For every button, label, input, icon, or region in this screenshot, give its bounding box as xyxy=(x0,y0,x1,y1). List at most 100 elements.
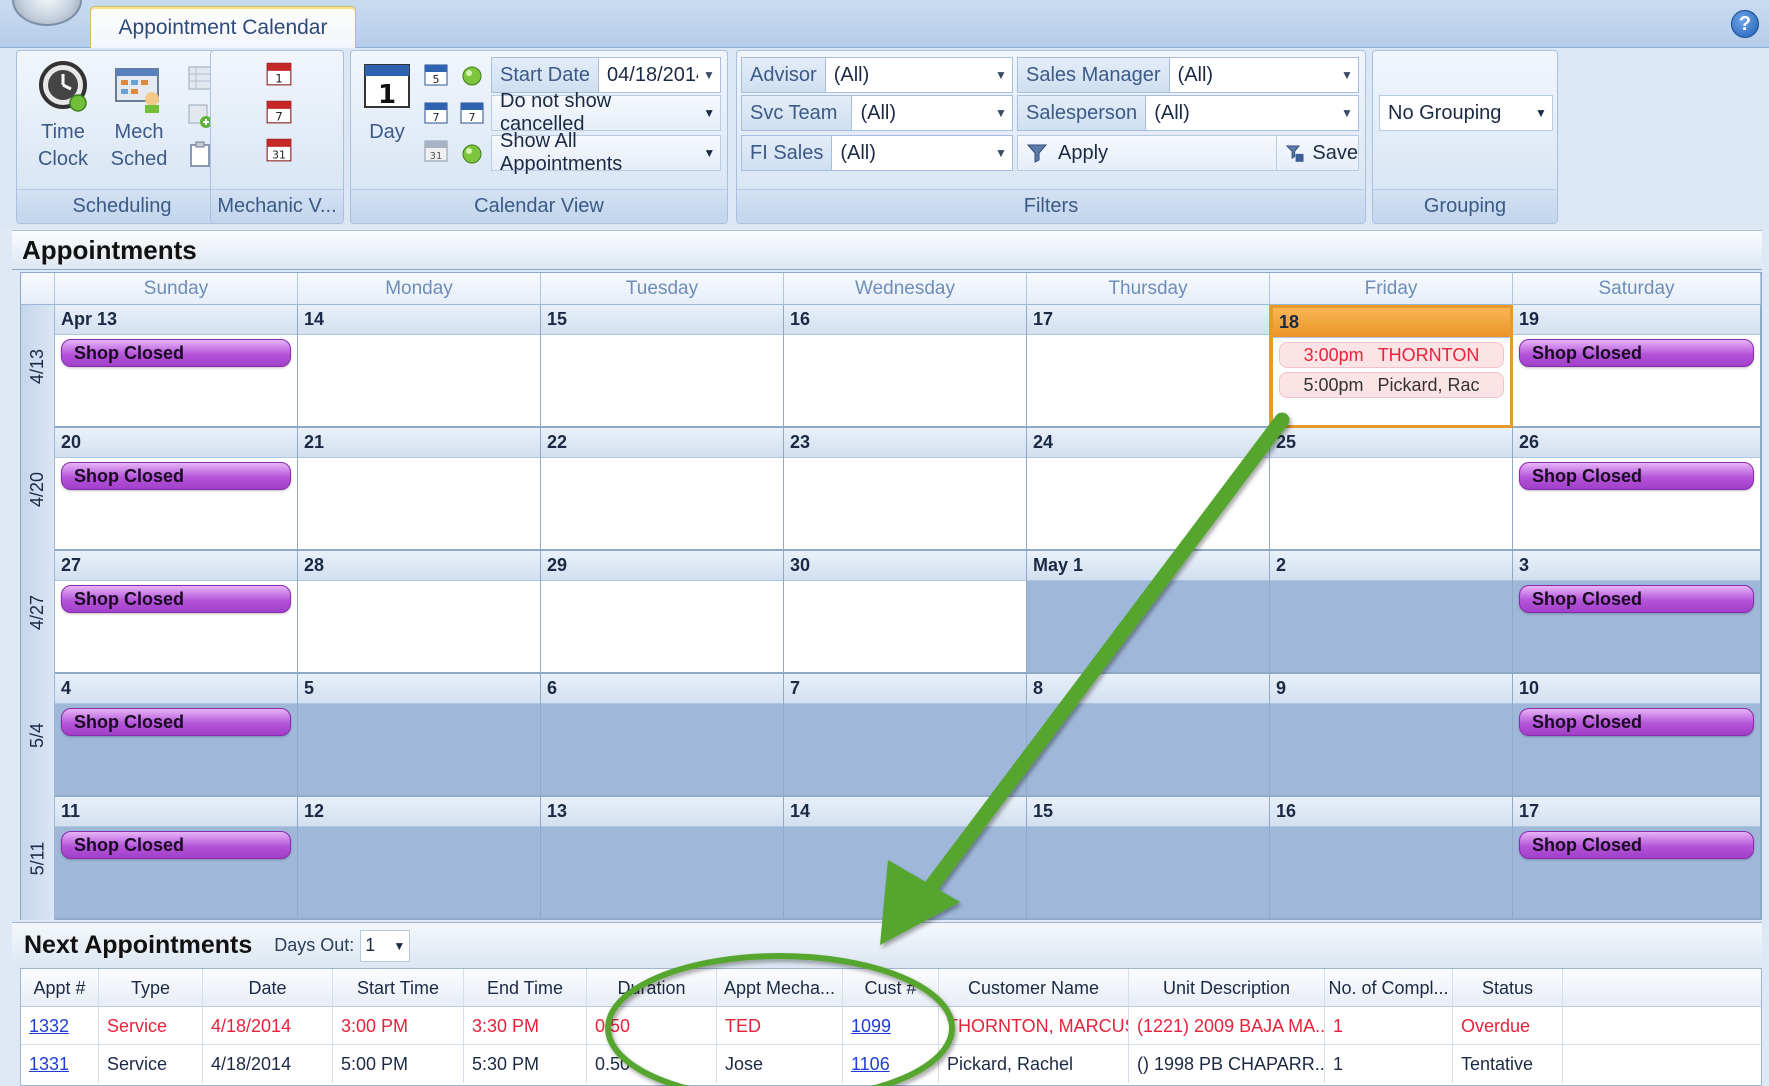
time-clock-button[interactable]: Time Clock xyxy=(27,59,99,181)
chevron-down-icon[interactable]: ▼ xyxy=(698,106,720,120)
day-body[interactable] xyxy=(1027,458,1269,549)
column-header-end-time[interactable]: End Time xyxy=(464,969,587,1007)
week-label[interactable]: 4/20 xyxy=(21,428,55,551)
calendar-day-cell[interactable]: 8 xyxy=(1027,674,1270,797)
appointments-filter-select[interactable]: Show All Appointments ▼ xyxy=(491,130,721,175)
chevron-down-icon[interactable]: ▼ xyxy=(1336,96,1358,130)
day-body[interactable] xyxy=(1270,581,1512,672)
mech-sched-button[interactable]: Mech Sched xyxy=(103,59,175,181)
sales-manager-filter[interactable]: Sales Manager (All) ▼ xyxy=(1017,57,1359,93)
week-label[interactable]: 4/27 xyxy=(21,551,55,674)
calendar-day-cell[interactable]: Apr 13 Shop Closed xyxy=(55,305,298,428)
appointment-event[interactable]: 5:00pm Pickard, Rac xyxy=(1279,372,1504,398)
day-body[interactable]: Shop Closed xyxy=(1513,704,1760,795)
day-body[interactable]: Shop Closed xyxy=(1513,335,1760,426)
shop-closed-event[interactable]: Shop Closed xyxy=(1519,462,1754,490)
day-body[interactable]: Shop Closed xyxy=(55,704,297,795)
day-body[interactable] xyxy=(1027,827,1269,918)
application-menu-button[interactable] xyxy=(12,0,82,26)
day-body[interactable] xyxy=(541,458,783,549)
column-header-customer-name[interactable]: Customer Name xyxy=(939,969,1129,1007)
calendar-day-cell[interactable]: 4 Shop Closed xyxy=(55,674,298,797)
day-body[interactable] xyxy=(298,827,540,918)
shop-closed-event[interactable]: Shop Closed xyxy=(1519,339,1754,367)
chevron-down-icon[interactable]: ▼ xyxy=(1336,58,1358,92)
cell-cust-number[interactable]: 1099 xyxy=(843,1007,939,1045)
table-row[interactable]: 1332 Service 4/18/2014 3:00 PM 3:30 PM 0.50 TE… xyxy=(21,1007,1761,1045)
salesperson-value[interactable]: (All) xyxy=(1146,96,1336,130)
day-body[interactable]: Shop Closed xyxy=(1513,458,1760,549)
cancelled-filter-select[interactable]: Do not show cancelled ▼ xyxy=(491,90,721,135)
day-body[interactable] xyxy=(784,458,1026,549)
table-row[interactable]: 1331 Service 4/18/2014 5:00 PM 5:30 PM 0.50 Jo… xyxy=(21,1045,1761,1083)
day-body[interactable]: Shop Closed xyxy=(1513,827,1760,918)
calendar-day-cell[interactable]: 3 Shop Closed xyxy=(1513,551,1761,674)
column-header-status[interactable]: Status xyxy=(1453,969,1563,1007)
month-view-icon[interactable]: 31 xyxy=(423,137,449,163)
chevron-down-icon[interactable]: ▼ xyxy=(698,58,720,92)
calendar-day-cell[interactable]: 2 xyxy=(1270,551,1513,674)
day-body[interactable] xyxy=(784,704,1026,795)
chevron-down-icon[interactable]: ▼ xyxy=(699,146,720,160)
calendar-day-cell[interactable]: 9 xyxy=(1270,674,1513,797)
week-label[interactable]: 5/4 xyxy=(21,674,55,797)
shop-closed-event[interactable]: Shop Closed xyxy=(61,339,291,367)
calendar-day-cell[interactable]: 25 xyxy=(1270,428,1513,551)
fi-sales-filter[interactable]: FI Sales (All) ▼ xyxy=(741,135,1013,171)
cell-appt-number[interactable]: 1331 xyxy=(21,1045,99,1083)
day-body[interactable] xyxy=(784,581,1026,672)
salesperson-filter[interactable]: Salesperson (All) ▼ xyxy=(1017,95,1359,131)
day-view-button[interactable]: 1 Day xyxy=(355,59,419,181)
column-header-no-of-complaints[interactable]: No. of Compl... xyxy=(1325,969,1453,1007)
calendar-day-icon[interactable]: 1 xyxy=(265,59,293,87)
chevron-down-icon[interactable]: ▼ xyxy=(1530,106,1552,120)
calendar-day-cell-today[interactable]: 18 3:00pm THORNTON 5:00pm Pickard, Rac xyxy=(1270,305,1513,428)
day-body[interactable] xyxy=(541,335,783,426)
help-icon[interactable]: ? xyxy=(1731,10,1759,38)
column-header-start-time[interactable]: Start Time xyxy=(333,969,464,1007)
fi-sales-value[interactable]: (All) xyxy=(832,136,990,170)
cell-appt-number[interactable]: 1332 xyxy=(21,1007,99,1045)
start-date-value[interactable]: 04/18/2014 xyxy=(599,58,698,92)
day-body[interactable] xyxy=(541,581,783,672)
calendar-day-cell[interactable]: 27 Shop Closed xyxy=(55,551,298,674)
timeline-view-icon[interactable]: 7 xyxy=(459,99,485,125)
day-body[interactable]: Shop Closed xyxy=(55,335,297,426)
days-out-select[interactable]: 1 ▼ xyxy=(360,929,411,962)
day-body[interactable]: Shop Closed xyxy=(55,827,297,918)
day-body[interactable]: Shop Closed xyxy=(55,458,297,549)
day-body[interactable] xyxy=(298,335,540,426)
calendar-week-icon[interactable]: 7 xyxy=(265,97,293,125)
green-refresh-icon[interactable] xyxy=(461,143,483,165)
day-body[interactable]: 3:00pm THORNTON 5:00pm Pickard, Rac xyxy=(1273,338,1510,425)
save-filter-button[interactable]: Save xyxy=(1277,135,1359,171)
calendar-day-cell[interactable]: 26 Shop Closed xyxy=(1513,428,1761,551)
shop-closed-event[interactable]: Shop Closed xyxy=(61,585,291,613)
week-view-icon[interactable]: 7 xyxy=(423,99,449,125)
calendar-day-cell[interactable]: 20 Shop Closed xyxy=(55,428,298,551)
calendar-day-cell[interactable]: 23 xyxy=(784,428,1027,551)
column-header-type[interactable]: Type xyxy=(99,969,203,1007)
week-label[interactable]: 5/11 xyxy=(21,797,55,920)
svc-team-value[interactable]: (All) xyxy=(852,96,990,130)
calendar-day-cell[interactable]: 10 Shop Closed xyxy=(1513,674,1761,797)
day-body[interactable] xyxy=(1270,704,1512,795)
column-header-cust-number[interactable]: Cust # xyxy=(843,969,939,1007)
calendar-day-cell[interactable]: 16 xyxy=(1270,797,1513,920)
day-body[interactable] xyxy=(298,581,540,672)
day-body[interactable] xyxy=(1270,458,1512,549)
calendar-day-cell[interactable]: 14 xyxy=(784,797,1027,920)
calendar-day-cell[interactable]: 28 xyxy=(298,551,541,674)
cell-cust-number[interactable]: 1106 xyxy=(843,1045,939,1083)
shop-closed-event[interactable]: Shop Closed xyxy=(1519,708,1754,736)
shop-closed-event[interactable]: Shop Closed xyxy=(1519,585,1754,613)
calendar-day-cell[interactable]: 21 xyxy=(298,428,541,551)
advisor-filter[interactable]: Advisor (All) ▼ xyxy=(741,57,1013,93)
day-body[interactable] xyxy=(541,704,783,795)
calendar-day-cell[interactable]: 15 xyxy=(1027,797,1270,920)
tab-appointment-calendar[interactable]: Appointment Calendar xyxy=(90,6,356,48)
calendar-day-cell[interactable]: 24 xyxy=(1027,428,1270,551)
calendar-day-cell[interactable]: 22 xyxy=(541,428,784,551)
column-header-unit-description[interactable]: Unit Description xyxy=(1129,969,1325,1007)
calendar-day-cell[interactable]: 7 xyxy=(784,674,1027,797)
